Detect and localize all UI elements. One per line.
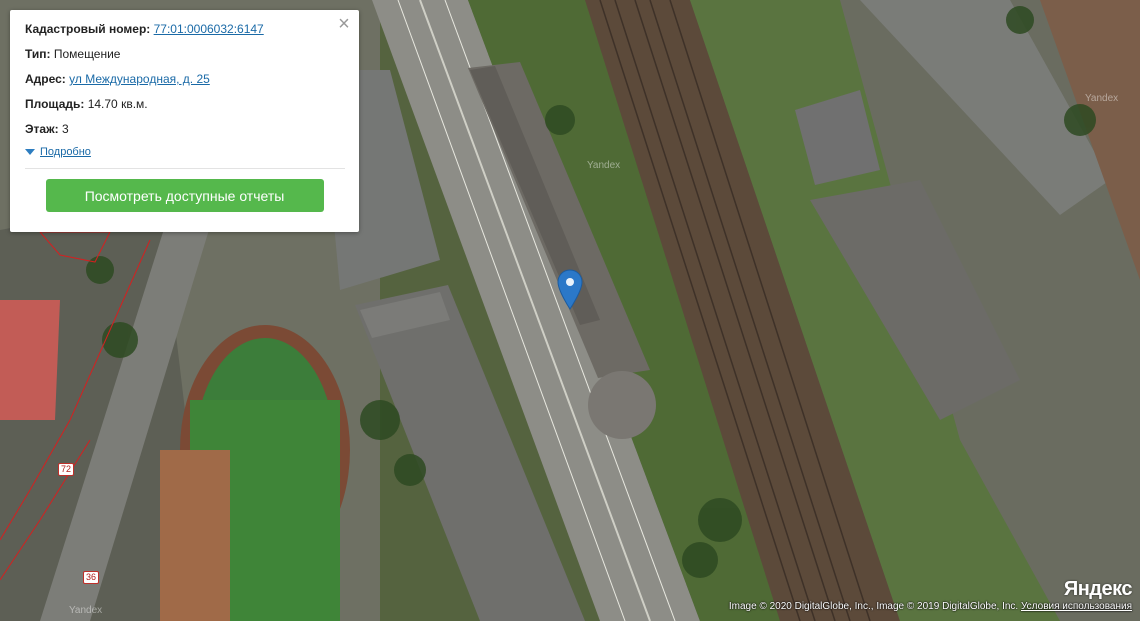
- yandex-logo: Яндекс: [1063, 578, 1133, 600]
- road-number-label: 72: [58, 463, 75, 476]
- area-value: 14.70 кв.м.: [87, 97, 148, 111]
- map-watermark: Yandex: [1085, 93, 1119, 104]
- close-icon[interactable]: ×: [335, 14, 353, 34]
- address-label: Адрес:: [25, 72, 66, 86]
- terms-of-use-link[interactable]: Условия использования: [1021, 601, 1132, 612]
- map-watermark: Yandex: [587, 160, 621, 171]
- view-reports-button[interactable]: Посмотреть доступные отчеты: [45, 179, 324, 212]
- address-link[interactable]: ул Международная, д. 25: [69, 72, 210, 86]
- attribution-text: Image © 2020 DigitalGlobe, Inc., Image ©…: [728, 601, 1021, 612]
- details-toggle[interactable]: Подробно: [25, 146, 344, 158]
- type-label: Тип:: [25, 47, 51, 61]
- address-row: Адрес: ул Международная, д. 25: [25, 72, 344, 86]
- map-pin-icon[interactable]: [557, 269, 583, 311]
- type-value: Помещение: [53, 47, 121, 61]
- floor-row: Этаж: 3: [25, 122, 344, 136]
- card-divider: [25, 168, 345, 169]
- type-row: Тип: Помещение: [25, 47, 344, 61]
- area-row: Площадь: 14.70 кв.м.: [25, 97, 344, 111]
- caret-down-icon: [25, 149, 35, 155]
- details-toggle-label: Подробно: [40, 146, 91, 158]
- cadastral-number-row: Кадастровый номер: 77:01:0006032:6147: [25, 22, 344, 36]
- map-watermark: Yandex: [69, 605, 103, 616]
- floor-value: 3: [61, 122, 69, 136]
- road-number-label: 36: [83, 571, 100, 584]
- cadastral-number-link[interactable]: 77:01:0006032:6147: [154, 22, 264, 36]
- map-attribution: Image © 2020 DigitalGlobe, Inc., Image ©…: [729, 601, 1132, 612]
- area-label: Площадь:: [25, 97, 85, 111]
- object-info-card: × Кадастровый номер: 77:01:0006032:6147 …: [10, 10, 359, 232]
- floor-label: Этаж:: [25, 122, 59, 136]
- cadastral-number-label: Кадастровый номер:: [25, 22, 151, 36]
